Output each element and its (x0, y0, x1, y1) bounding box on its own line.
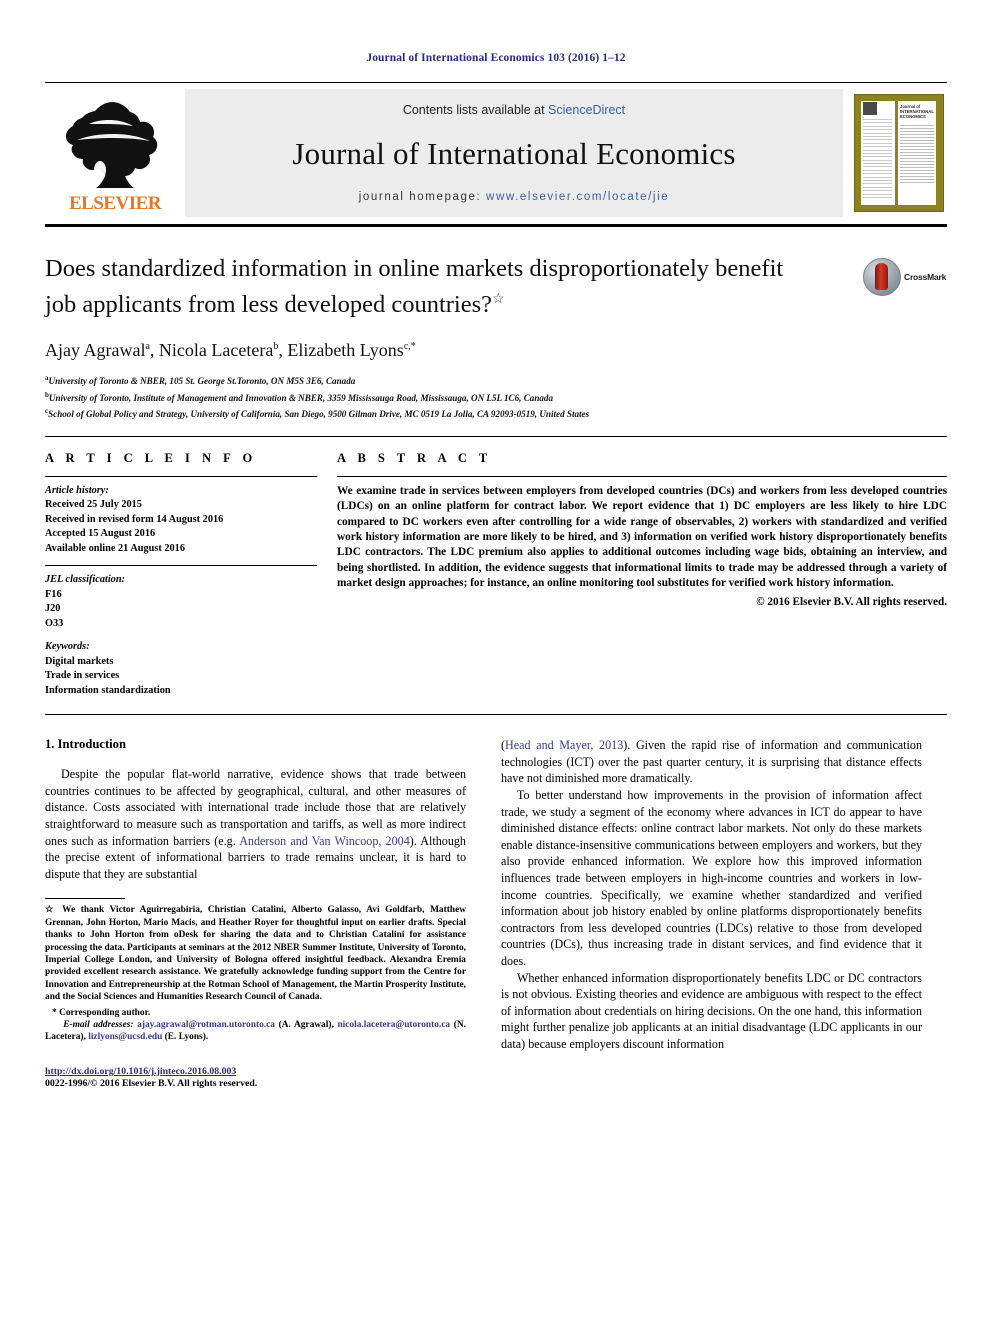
article-info-heading: A R T I C L E I N F O (45, 450, 257, 465)
history-item: Available online 21 August 2016 (45, 542, 185, 554)
contents-lists-line: Contents lists available at ScienceDirec… (403, 103, 625, 117)
running-head: Journal of International Economics 103 (… (366, 52, 626, 64)
acknowledgement-footnote: ☆ We thank Victor Aguirregabiria, Christ… (45, 904, 466, 1003)
affiliation-text-c: School of Global Policy and Strategy, Un… (48, 409, 590, 420)
affiliation-text-b: University of Toronto, Institute of Mana… (48, 392, 554, 403)
abstract-copyright: © 2016 Elsevier B.V. All rights reserved… (756, 595, 947, 608)
body-left-column: 1. Introduction Despite the popular flat… (45, 737, 466, 1091)
sciencedirect-link[interactable]: ScienceDirect (548, 103, 625, 117)
affiliation-text-a: University of Toronto & NBER, 105 St. Ge… (48, 376, 356, 387)
elsevier-logo: ELSEVIER (45, 89, 185, 217)
masthead-center: Contents lists available at ScienceDirec… (185, 89, 843, 217)
cover-title-text: Journal of INTERNATIONAL ECONOMICS (900, 104, 934, 119)
abstract-rule (337, 475, 947, 477)
masthead-bottom-rule (45, 224, 947, 227)
article-title-text: Does standardized information in online … (45, 255, 784, 319)
email-link-lacetera[interactable]: nicola.lacetera@utoronto.ca (337, 1020, 450, 1030)
jel-rule (45, 565, 317, 567)
journal-homepage-line: journal homepage: www.elsevier.com/locat… (359, 191, 669, 203)
paragraph-right-2: To better understand how improvements in… (501, 788, 922, 968)
footnote-rule (45, 898, 125, 900)
cover-left-lines (863, 119, 892, 200)
contents-prefix: Contents lists available at (402, 103, 545, 117)
article-info-rule (45, 475, 317, 477)
elsevier-tree-icon (66, 102, 158, 188)
footnote-marker: ☆ (45, 905, 57, 916)
article-history-block: Article history: Received 25 July 2015 R… (45, 484, 317, 557)
article-page: Journal of International Economics 103 (… (0, 0, 992, 1323)
affiliation-c: cSchool of Global Policy and Strategy, U… (45, 405, 947, 422)
citation-link-head-mayer[interactable]: Head and Mayer, 2013 (505, 738, 623, 752)
body-top-rule (45, 714, 947, 716)
jel-code: O33 (45, 617, 64, 629)
doi-block: http://dx.doi.org/10.1016/j.jinteco.2016… (45, 1066, 466, 1091)
keyword-item: Information standardization (45, 684, 171, 696)
jel-code: F16 (45, 588, 62, 600)
email-label: E-mail addresses: (63, 1020, 134, 1031)
affiliation-b: bUniversity of Toronto, Institute of Man… (45, 389, 947, 406)
email-owner-agrawal: (A. Agrawal) (278, 1020, 332, 1031)
paragraph-right-3: Whether enhanced information disproporti… (501, 970, 922, 1051)
homepage-url-link[interactable]: www.elsevier.com/locate/jie (486, 191, 669, 203)
body-right-column: (Head and Mayer, 2013). Given the rapid … (501, 737, 922, 1091)
doi-link[interactable]: http://dx.doi.org/10.1016/j.jinteco.2016… (45, 1066, 466, 1079)
info-abstract-row: A R T I C L E I N F O Article history: R… (45, 437, 947, 699)
history-item: Received in revised form 14 August 2016 (45, 513, 224, 525)
history-item: Received 25 July 2015 (45, 499, 142, 511)
crossmark-badge[interactable]: CrossMark (863, 257, 947, 297)
paragraph-right-1: (Head and Mayer, 2013). Given the rapid … (501, 737, 922, 787)
email-link-lyons[interactable]: lizlyons@ucsd.edu (88, 1032, 162, 1042)
section-heading-introduction: 1. Introduction (45, 737, 126, 752)
page-title: Does standardized information in online … (45, 253, 805, 320)
footnote-text: We thank Victor Aguirregabiria, Christia… (45, 905, 467, 1003)
header-rule (45, 82, 947, 83)
cover-right-lines (900, 125, 934, 185)
author-list: Ajay Agrawala, Nicola Laceterab, Elizabe… (45, 340, 416, 361)
keywords-block: Keywords: Digital markets Trade in servi… (45, 640, 317, 698)
article-history-label: Article history: (45, 484, 109, 496)
homepage-prefix: journal homepage: (358, 191, 482, 203)
jel-block: JEL classification: F16 J20 O33 (45, 573, 317, 631)
body-columns: 1. Introduction Despite the popular flat… (45, 737, 947, 1091)
corresponding-author-footnote: * Corresponding author. E-mail addresses… (45, 1007, 467, 1043)
jel-label: JEL classification: (45, 574, 125, 586)
corresponding-marker: * (52, 1007, 57, 1018)
keywords-label: Keywords: (45, 641, 90, 653)
paragraph-left-1: Despite the popular flat-world narrative… (45, 766, 466, 882)
crossmark-label: CrossMark (904, 272, 947, 282)
affiliation-a: aUniversity of Toronto & NBER, 105 St. G… (45, 372, 947, 389)
article-info-column: A R T I C L E I N F O Article history: R… (45, 451, 337, 699)
email-owner-lyons: (E. Lyons) (164, 1032, 206, 1043)
journal-title: Journal of International Economics (292, 136, 736, 171)
keyword-item: Trade in services (45, 670, 120, 682)
issn-copyright-line: 0022-1996/© 2016 Elsevier B.V. All right… (45, 1078, 258, 1090)
title-footnote-marker[interactable]: ☆ (492, 292, 505, 307)
crossmark-icon (863, 258, 901, 296)
journal-masthead: ELSEVIER Contents lists available at Sci… (45, 89, 947, 217)
abstract-text: We examine trade in services between emp… (337, 484, 947, 590)
title-block: CrossMark Does standardized information … (45, 253, 947, 422)
abstract-column: A B S T R A C T We examine trade in serv… (337, 451, 947, 699)
affiliations: aUniversity of Toronto & NBER, 105 St. G… (45, 372, 947, 422)
jel-code: J20 (45, 603, 61, 615)
history-item: Accepted 15 August 2016 (45, 528, 156, 540)
corresponding-text: Corresponding author. (59, 1007, 151, 1018)
cover-image: Journal of INTERNATIONAL ECONOMICS (854, 94, 944, 212)
email-link-agrawal[interactable]: ajay.agrawal@rotman.utoronto.ca (137, 1020, 275, 1030)
cover-publisher-mark (863, 102, 877, 115)
abstract-heading: A B S T R A C T (337, 450, 492, 465)
keyword-item: Digital markets (45, 655, 114, 667)
journal-cover-thumbnail: Journal of INTERNATIONAL ECONOMICS (851, 89, 947, 217)
elsevier-wordmark: ELSEVIER (68, 193, 162, 214)
citation-link-anderson[interactable]: Anderson and Van Wincoop, 2004 (239, 834, 410, 848)
